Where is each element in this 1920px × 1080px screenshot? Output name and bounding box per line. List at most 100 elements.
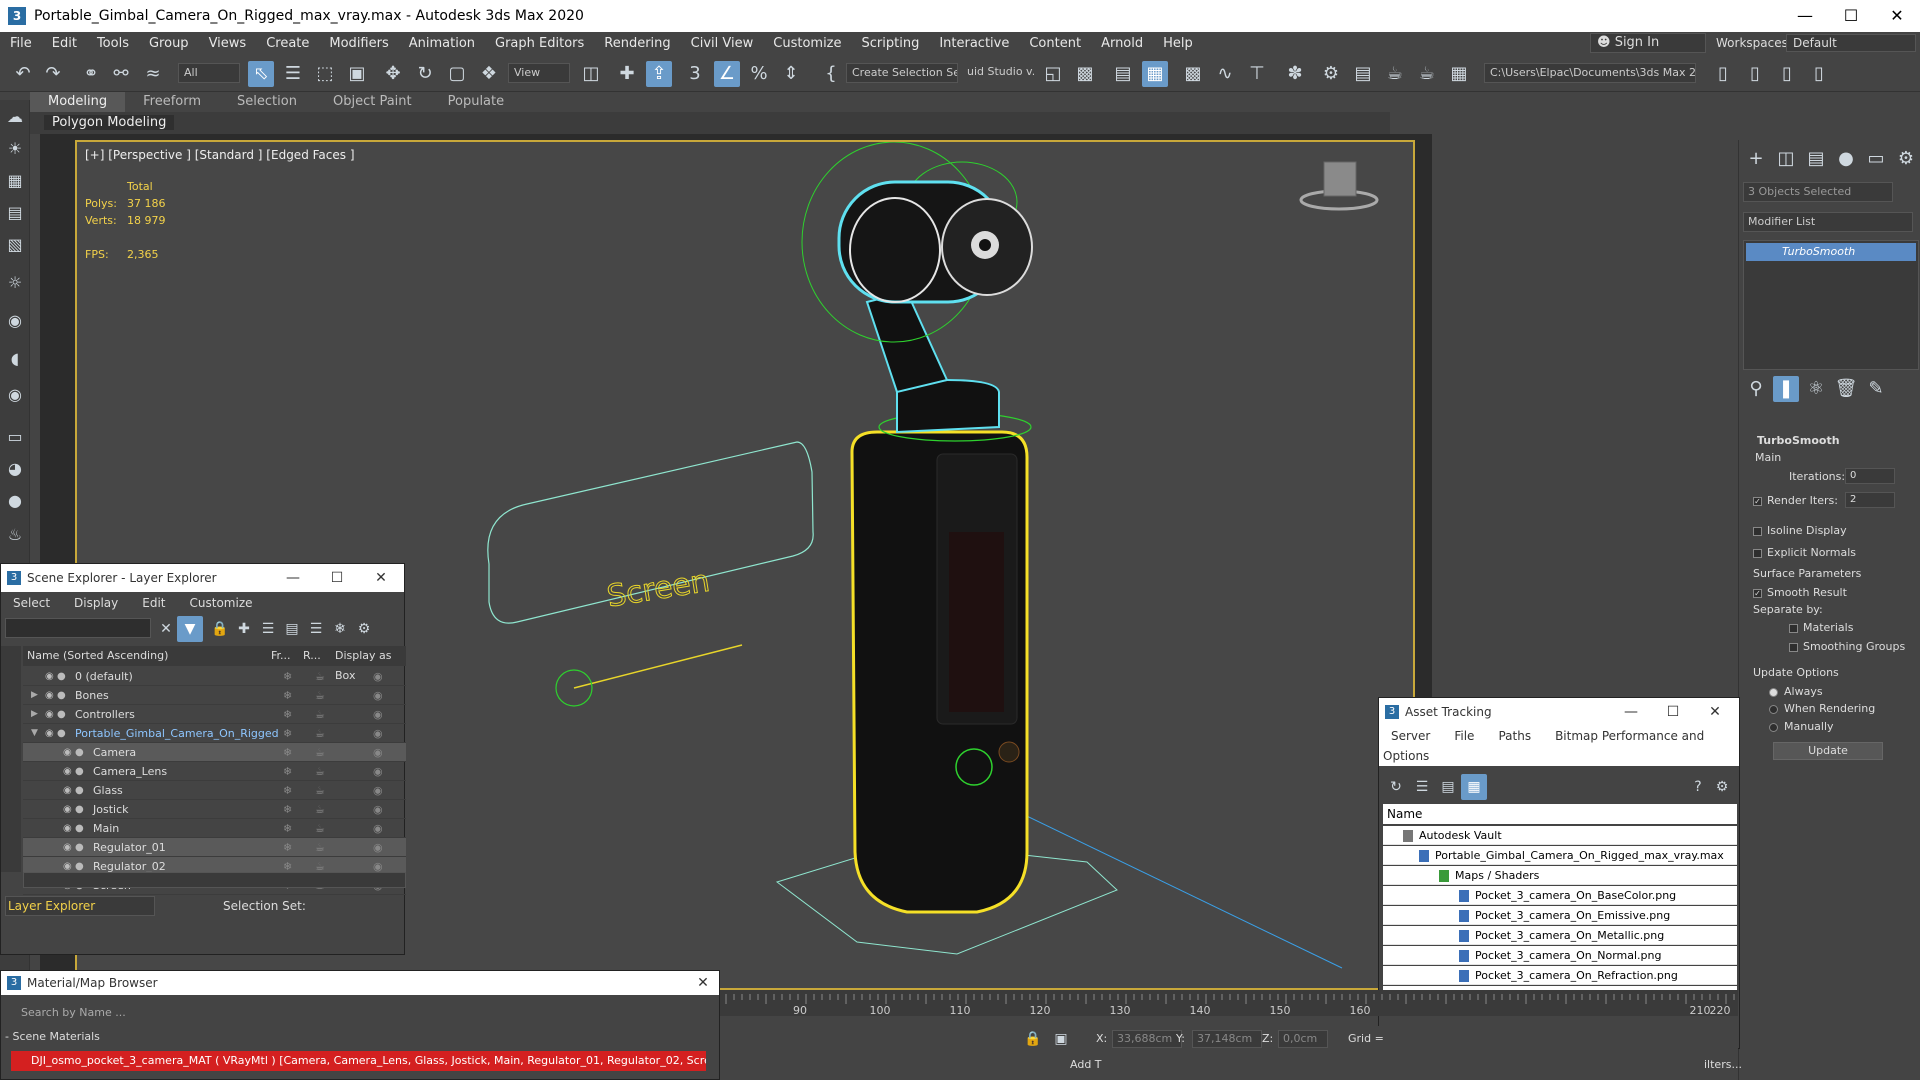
menu-content[interactable]: Content (1019, 36, 1091, 51)
explorer-menu-edit[interactable]: Edit (130, 592, 177, 614)
render-toggle-icon[interactable]: ☕ (315, 800, 325, 819)
hierarchy-icon[interactable]: ▦ (4, 170, 26, 192)
close-button[interactable]: ✕ (359, 564, 403, 592)
explorer-menu-select[interactable]: Select (1, 592, 62, 614)
hierarchy-tab-icon[interactable]: ▤ (1803, 146, 1829, 172)
gimbal-head[interactable] (801, 142, 1033, 442)
menu-scripting[interactable]: Scripting (852, 36, 930, 51)
vault-row[interactable]: Autodesk Vault (1383, 826, 1737, 845)
menu-civil-view[interactable]: Civil View (681, 36, 764, 51)
save-project-icon[interactable]: ▯ (1774, 61, 1800, 87)
ribbon-tab-populate[interactable]: Populate (430, 92, 523, 112)
render-icon[interactable]: ☕ (1382, 61, 1408, 87)
column-name[interactable]: Name (Sorted Ascending) (27, 646, 168, 666)
camera-icon[interactable]: ◉ (4, 310, 26, 332)
minimize-button[interactable]: — (271, 564, 315, 592)
add-time-tag[interactable]: Add T (1070, 1058, 1102, 1071)
close-button[interactable]: ✕ (681, 971, 725, 995)
pin-stack-icon[interactable]: ⚲ (1743, 376, 1769, 402)
menu-customize[interactable]: Customize (763, 36, 851, 51)
camera-body[interactable] (850, 430, 1029, 914)
materials-checkbox[interactable]: Materials (1789, 621, 1853, 634)
system-icon[interactable]: ◉ (4, 384, 26, 406)
absolute-mode-icon[interactable]: ▣ (1048, 1026, 1074, 1052)
visibility-eye-icon[interactable]: ◉ (45, 705, 54, 724)
workspace-dropdown[interactable]: Default (1786, 34, 1916, 52)
visibility-eye-icon[interactable]: ◉ (63, 800, 72, 819)
box-toggle-icon[interactable]: ◉ (373, 724, 383, 743)
explicit-normals-checkbox[interactable]: Explicit Normals (1753, 546, 1856, 559)
scene-explorer-icon[interactable]: ▦ (1142, 61, 1168, 87)
layer-row[interactable]: ◉ ● Camera_Lens ❄ ☕ ◉ (23, 762, 406, 781)
visibility-eye-icon[interactable]: ◉ (45, 686, 54, 705)
ribbon-tab-selection[interactable]: Selection (219, 92, 315, 112)
box-toggle-icon[interactable]: ◉ (373, 762, 383, 781)
layer-explorer-icon[interactable]: ▤ (1110, 61, 1136, 87)
remove-modifier-icon[interactable]: 🗑 (1833, 376, 1859, 402)
pivot-center-icon[interactable]: ◫ (578, 61, 604, 87)
light-icon[interactable]: ☼ (4, 272, 26, 294)
reference-coord-dropdown[interactable]: View (508, 63, 570, 83)
close-button[interactable]: ✕ (1693, 698, 1737, 726)
project-icon[interactable]: ▯ (1710, 61, 1736, 87)
visibility-eye-icon[interactable]: ◉ (63, 838, 72, 857)
render-production-icon[interactable]: ☕ (1414, 61, 1440, 87)
move-icon[interactable]: ✥ (380, 61, 406, 87)
asset-menu-server[interactable]: Server (1379, 726, 1442, 746)
percent-snap-icon[interactable]: % (746, 61, 772, 87)
timeline[interactable]: 90 100 110 120 130 140 150 160 210 220 (720, 990, 1738, 1017)
scale-icon[interactable]: ▢ (444, 61, 470, 87)
options-menu[interactable]: Options (1379, 746, 1739, 766)
utilities-tab-icon[interactable]: ⚙ (1893, 146, 1919, 172)
viewcube[interactable] (1299, 161, 1379, 211)
create-layer-icon[interactable]: ✚ (231, 616, 257, 642)
material-row[interactable]: DJI_osmo_pocket_3_camera_MAT ( VRayMtl )… (11, 1051, 706, 1071)
texture-row[interactable]: Pocket_3_camera_On_Refraction.png (1383, 966, 1737, 985)
freeze-toggle-icon[interactable]: ❄ (283, 838, 292, 857)
motion-tab-icon[interactable]: ● (1833, 146, 1859, 172)
material-browser-titlebar[interactable]: 3 Material/Map Browser ✕ (1, 971, 719, 995)
render-toggle-icon[interactable]: ☕ (315, 762, 325, 781)
visibility-eye-icon[interactable]: ◉ (63, 762, 72, 781)
freeze-icon[interactable]: ❄ (327, 616, 353, 642)
display-icon[interactable]: ▧ (4, 234, 26, 256)
menu-views[interactable]: Views (199, 36, 257, 51)
scene-search-input[interactable] (5, 618, 151, 638)
modifier-list-dropdown[interactable]: Modifier List (1743, 212, 1913, 232)
settings-icon[interactable]: ⚙ (1709, 774, 1735, 800)
selection-filter-dropdown[interactable]: All (178, 63, 240, 83)
column-frozen[interactable]: Fr... (271, 646, 291, 666)
render-toggle-icon[interactable]: ☕ (315, 724, 325, 743)
edit-named-sets-icon[interactable]: { (818, 61, 844, 87)
configure-sets-icon[interactable]: ✎ (1863, 376, 1889, 402)
teapot-icon[interactable]: ♨ (4, 524, 26, 546)
visibility-eye-icon[interactable]: ◉ (45, 667, 54, 686)
key-filters-button[interactable]: ilters... (1704, 1058, 1742, 1071)
helper-icon[interactable]: ◖ (4, 348, 26, 370)
scene-explorer-titlebar[interactable]: 3 Scene Explorer - Layer Explorer — ☐ ✕ (1, 564, 404, 592)
smooth-result-checkbox[interactable]: ✓ Smooth Result (1753, 586, 1847, 599)
render-toggle-icon[interactable]: ☕ (315, 819, 325, 838)
create-icon[interactable]: ☁ (4, 106, 26, 128)
texture-row[interactable]: Pocket_3_camera_On_BaseColor.png (1383, 886, 1737, 905)
box-toggle-icon[interactable]: ◉ (373, 743, 383, 762)
select-by-name-icon[interactable]: ☰ (280, 61, 306, 87)
render-iters-row[interactable]: ✓ Render Iters: (1753, 494, 1838, 507)
visibility-eye-icon[interactable]: ◉ (63, 743, 72, 762)
modify-tab-icon[interactable]: ◫ (1773, 146, 1799, 172)
visibility-eye-icon[interactable]: ◉ (45, 724, 54, 743)
undo-icon[interactable]: ↶ (10, 61, 36, 87)
menu-interactive[interactable]: Interactive (929, 36, 1019, 51)
ribbon-tab-modeling[interactable]: Modeling (30, 92, 126, 112)
selection-lock-icon[interactable]: 🔒 (1020, 1026, 1046, 1052)
freeze-toggle-icon[interactable]: ❄ (283, 819, 292, 838)
box-toggle-icon[interactable]: ◉ (373, 838, 383, 857)
selection-set-dropdown[interactable]: Create Selection Se (846, 63, 958, 83)
minimize-button[interactable]: — (1609, 698, 1653, 726)
maximize-button[interactable]: ☐ (1828, 0, 1874, 32)
expand-arrow-icon[interactable]: ▶ (31, 686, 38, 705)
freeze-toggle-icon[interactable]: ❄ (283, 781, 292, 800)
always-radio[interactable]: Always (1769, 685, 1823, 698)
unlink-icon[interactable]: ⚯ (108, 61, 134, 87)
detail-view-icon[interactable]: ▤ (1435, 774, 1461, 800)
